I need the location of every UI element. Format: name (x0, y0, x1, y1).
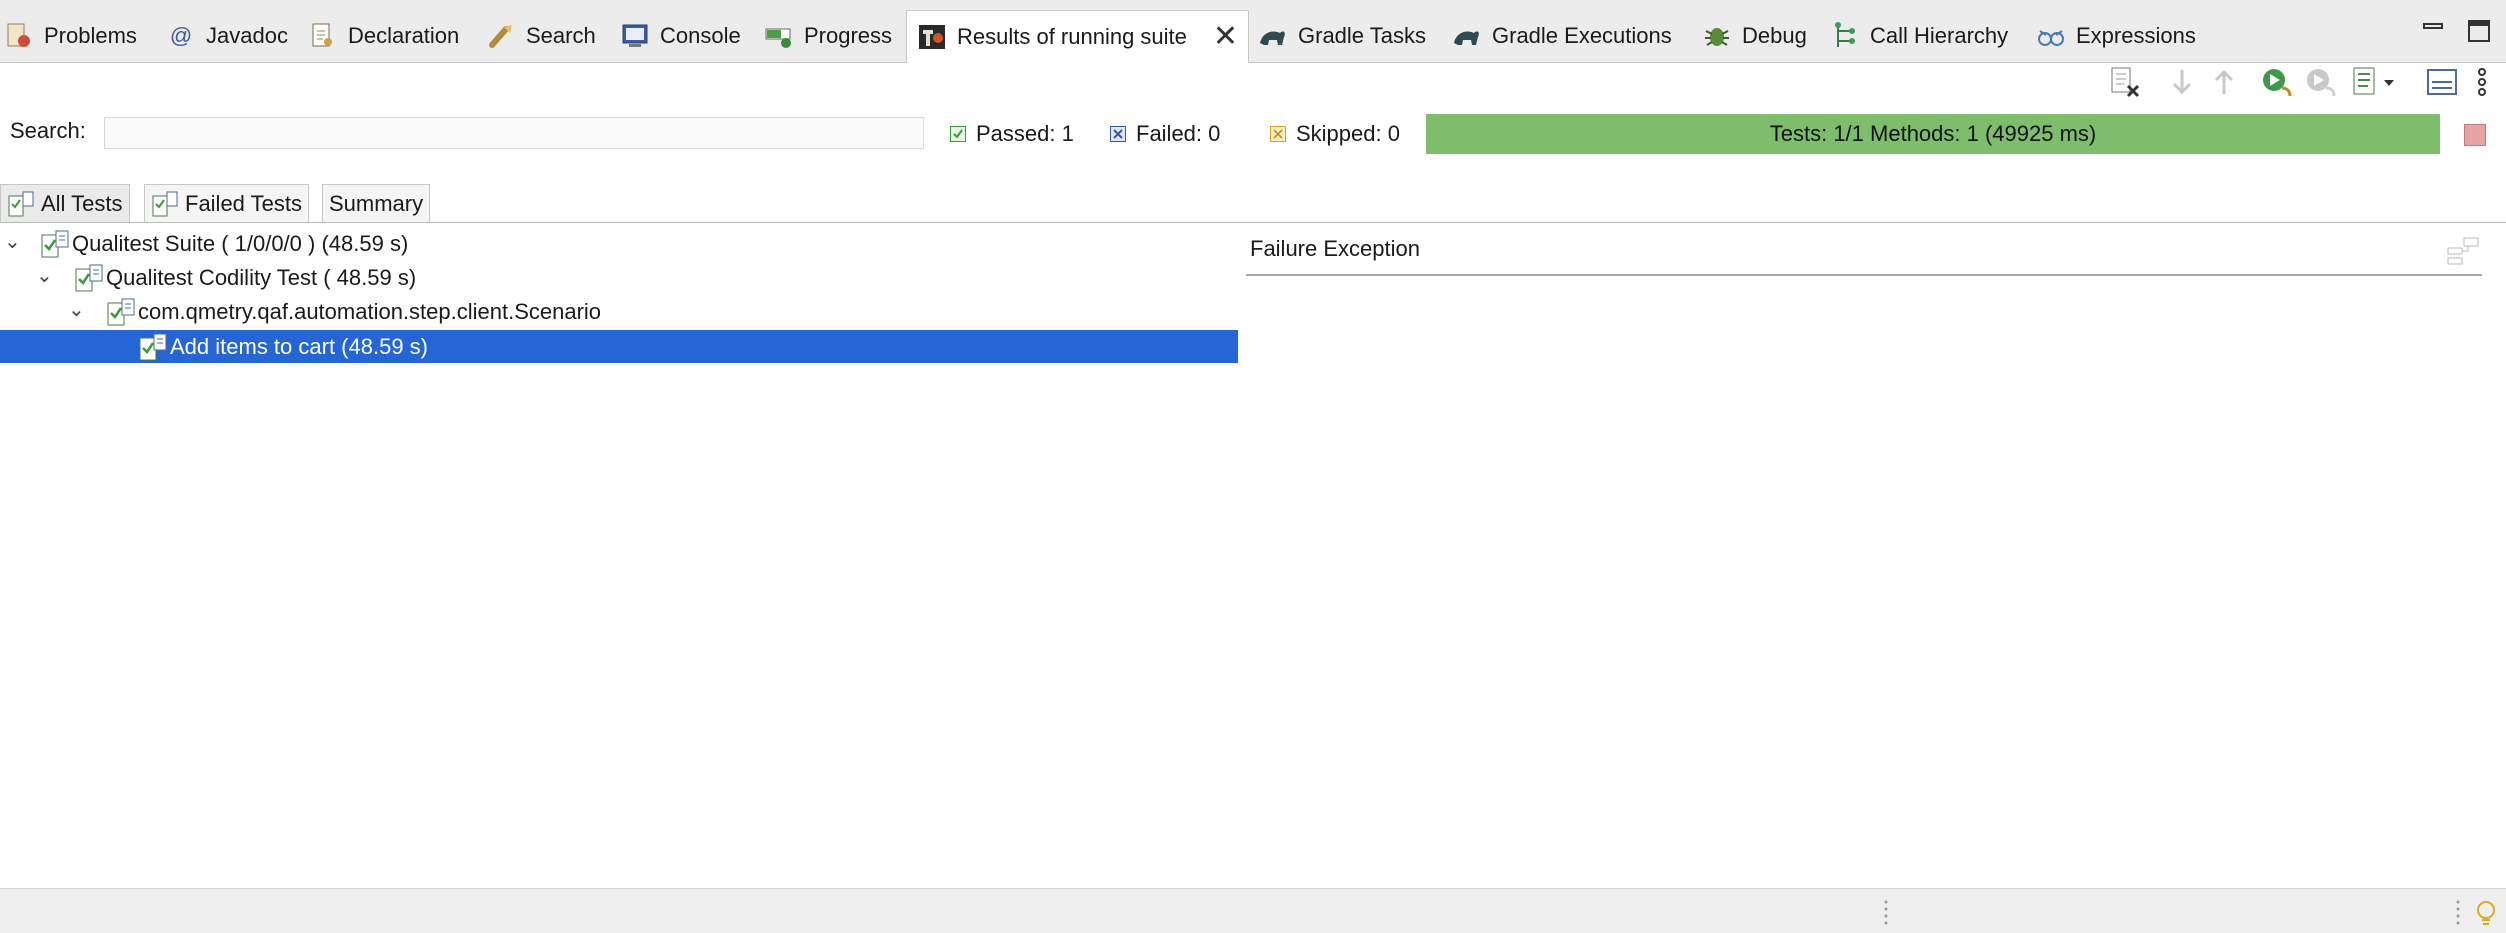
subtab-label: All Tests (41, 191, 123, 216)
tab-javadoc[interactable]: @ Javadoc (166, 12, 288, 60)
skipped-label: Skipped: 0 (1296, 121, 1400, 146)
console-icon (620, 21, 650, 51)
next-failure-icon[interactable] (2164, 64, 2200, 100)
tab-label: Results of running suite (957, 24, 1187, 49)
declaration-icon (308, 21, 338, 51)
tree-item-method[interactable]: Add items to cart (48.59 s) (0, 330, 1238, 363)
tab-label: Debug (1742, 23, 1807, 48)
history-dropdown-icon[interactable] (2350, 64, 2400, 100)
failed-icon (1110, 126, 1126, 142)
passed-icon (950, 126, 966, 142)
tree-item-label: Qualitest Codility Test ( 48.59 s) (106, 264, 417, 290)
progress-icon (764, 21, 794, 51)
tree-item-test[interactable]: ⌄ Qualitest Codility Test ( 48.59 s) (0, 261, 1238, 294)
search-input[interactable] (104, 117, 924, 149)
maximize-icon[interactable] (2466, 18, 2492, 44)
gradle-icon (1258, 21, 1288, 51)
tab-label: Problems (44, 23, 137, 48)
all-tests-icon (7, 190, 35, 218)
method-passed-icon (138, 332, 168, 362)
failed-label: Failed: 0 (1136, 121, 1221, 146)
stop-icon[interactable] (2464, 124, 2486, 146)
passed-count: Passed: 1 (950, 121, 1074, 147)
tab-label: Expressions (2076, 23, 2196, 48)
passed-label: Passed: 1 (976, 121, 1074, 146)
resize-handle-icon[interactable] (1884, 898, 1888, 928)
tree-item-label: com.qmetry.qaf.automation.step.client.Sc… (138, 298, 602, 324)
rerun-failed-icon[interactable] (2304, 64, 2340, 100)
close-icon[interactable]: ✕ (1213, 22, 1238, 52)
tab-debug[interactable]: Debug (1702, 12, 1807, 60)
subtab-label: Summary (329, 191, 424, 216)
subtab-label: Failed Tests (185, 191, 302, 216)
search-icon (486, 21, 516, 51)
test-progress-bar: Tests: 1/1 Methods: 1 (49925 ms) (1426, 114, 2440, 154)
skipped-icon (1270, 126, 1286, 142)
view-menu-icon[interactable] (2470, 64, 2494, 100)
tab-failed-tests[interactable]: Failed Tests (144, 184, 309, 223)
skipped-count: Skipped: 0 (1270, 121, 1400, 147)
status-bar (0, 888, 2506, 933)
tab-label: Search (526, 23, 596, 48)
tab-search[interactable]: Search (486, 12, 596, 60)
tab-progress[interactable]: Progress (764, 12, 892, 60)
tab-all-tests[interactable]: All Tests (0, 184, 130, 223)
tree-item-suite[interactable]: ⌄ Qualitest Suite ( 1/0/0/0 ) (48.59 s) (0, 227, 1238, 260)
tab-gradle-tasks[interactable]: Gradle Tasks (1258, 12, 1426, 60)
resize-handle-icon[interactable] (2456, 898, 2460, 928)
test-passed-icon (74, 263, 104, 293)
call-hierarchy-icon (1830, 21, 1860, 51)
class-passed-icon (106, 297, 136, 327)
tab-label: Call Hierarchy (1870, 23, 2009, 48)
previous-failure-icon[interactable] (2206, 64, 2242, 100)
tree-item-label: Qualitest Suite ( 1/0/0/0 ) (48.59 s) (72, 230, 409, 256)
progress-text: Tests: 1/1 Methods: 1 (49925 ms) (1769, 121, 2097, 146)
javadoc-icon: @ (169, 23, 193, 48)
tab-problems[interactable]: Problems (4, 12, 137, 60)
view-tab-bar: Problems @ Javadoc Declaration Search Con… (0, 0, 2506, 63)
chevron-down-icon[interactable]: ⌄ (36, 266, 56, 286)
chevron-down-icon[interactable]: ⌄ (68, 300, 88, 320)
expressions-icon (2036, 21, 2066, 51)
tab-label: Gradle Tasks (1298, 23, 1426, 48)
layout-toggle-icon[interactable] (2424, 64, 2460, 100)
suite-passed-icon (40, 229, 70, 259)
tab-results-of-running-suite[interactable]: Results of running suite ✕ (906, 10, 1250, 63)
debug-icon (1702, 21, 1732, 51)
tree-item-label: Add items to cart (48.59 s) (170, 333, 428, 359)
problems-icon (4, 21, 34, 51)
lightbulb-icon[interactable] (2474, 900, 2498, 928)
divider (1246, 274, 2482, 276)
rerun-test-icon[interactable] (2260, 64, 2296, 100)
tab-console[interactable]: Console (620, 12, 741, 60)
divider (0, 222, 2506, 223)
clear-results-icon[interactable] (2108, 64, 2144, 100)
tab-label: Console (660, 23, 741, 48)
tab-gradle-executions[interactable]: Gradle Executions (1452, 12, 1672, 60)
tab-expressions[interactable]: Expressions (2036, 12, 2196, 60)
tab-declaration[interactable]: Declaration (308, 12, 459, 60)
tab-call-hierarchy[interactable]: Call Hierarchy (1830, 12, 2008, 60)
tab-label: Declaration (348, 23, 460, 48)
tab-label: Gradle Executions (1492, 23, 1672, 48)
tab-label: Progress (804, 23, 893, 48)
testng-icon (917, 22, 947, 52)
minimize-icon[interactable] (2420, 18, 2446, 44)
chevron-down-icon[interactable]: ⌄ (4, 232, 24, 252)
tree-item-class[interactable]: ⌄ com.qmetry.qaf.automation.step.client.… (0, 295, 1238, 328)
failed-count: Failed: 0 (1110, 121, 1220, 147)
tab-label: Javadoc (206, 23, 288, 48)
tab-summary[interactable]: Summary (322, 184, 431, 223)
failed-tests-icon (151, 190, 179, 218)
compare-results-icon[interactable] (2446, 236, 2480, 266)
gradle-icon (1452, 21, 1482, 51)
search-label: Search: (10, 118, 86, 143)
failure-exception-title: Failure Exception (1250, 236, 1420, 261)
